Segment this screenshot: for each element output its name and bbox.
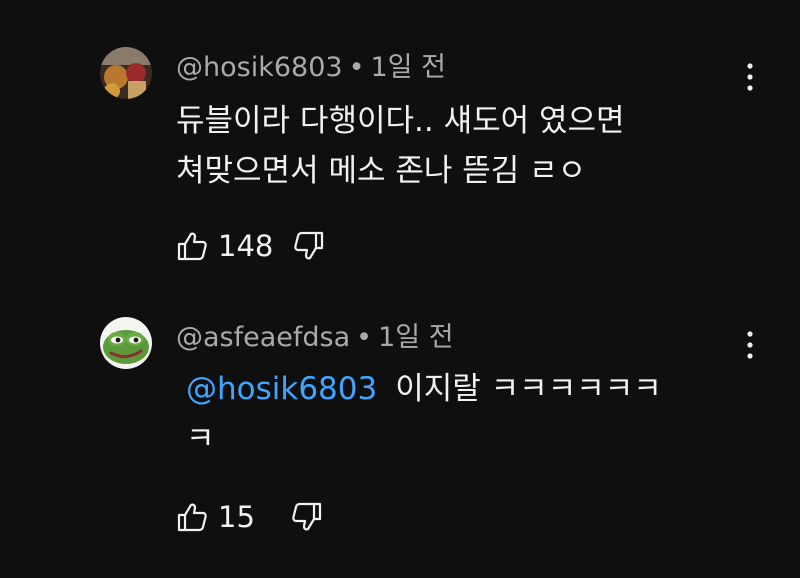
dislike-button[interactable]: [293, 230, 325, 262]
author-name[interactable]: @hosik6803: [176, 52, 343, 83]
like-count: 15: [218, 500, 255, 534]
mention-link[interactable]: @hosik6803: [186, 371, 377, 407]
author-avatar[interactable]: [100, 317, 152, 369]
author-name[interactable]: @asfeaefdsa: [176, 322, 350, 353]
like-count: 148: [218, 229, 274, 263]
comment-text: @hosik6803 이지랄 ㅋㅋㅋㅋㅋㅋ ㅋ: [186, 364, 726, 464]
pepe-frog-avatar-icon: [100, 317, 152, 369]
comment-actions: 148: [176, 226, 325, 266]
comment-thread: @hosik6803 • 1일 전 듀블이라 다행이다.. 섀도어 였으면 쳐맞으면…: [0, 0, 800, 578]
comment-meta: @hosik6803 • 1일 전: [176, 50, 446, 86]
photo-avatar-icon: [100, 47, 152, 99]
author-avatar[interactable]: [100, 47, 152, 99]
comment-text: 듀블이라 다행이다.. 섀도어 였으면 쳐맞으면서 메소 존나 뜯김 ㄹㅇ: [176, 96, 716, 196]
comment-time[interactable]: 1일 전: [371, 52, 446, 83]
dislike-button[interactable]: [291, 501, 323, 533]
comment-text-segment: 이지랄 ㅋㅋㅋㅋㅋㅋ: [395, 371, 662, 407]
comment-meta: @asfeaefdsa • 1일 전: [176, 320, 454, 356]
comment-text-line: 쳐맞으면서 메소 존나 뜯김 ㄹㅇ: [176, 153, 587, 189]
comment-actions: 15: [176, 497, 323, 537]
thumbs-down-icon: [294, 231, 324, 260]
thumbs-down-icon: [292, 502, 322, 531]
like-button[interactable]: [176, 230, 208, 262]
more-vert-icon[interactable]: [738, 60, 762, 94]
like-button[interactable]: [176, 501, 208, 533]
comment-time[interactable]: 1일 전: [378, 322, 453, 353]
thumbs-up-icon: [177, 503, 207, 532]
more-vert-icon[interactable]: [738, 328, 762, 362]
separator-dot: •: [356, 322, 373, 353]
separator-dot: •: [348, 52, 365, 83]
thumbs-up-icon: [177, 232, 207, 261]
comment-text-line: @hosik6803 이지랄 ㅋㅋㅋㅋㅋㅋ: [186, 364, 726, 414]
comment-text-line: 듀블이라 다행이다.. 섀도어 였으면: [176, 103, 625, 139]
comment-text-line: ㅋ: [186, 421, 215, 457]
